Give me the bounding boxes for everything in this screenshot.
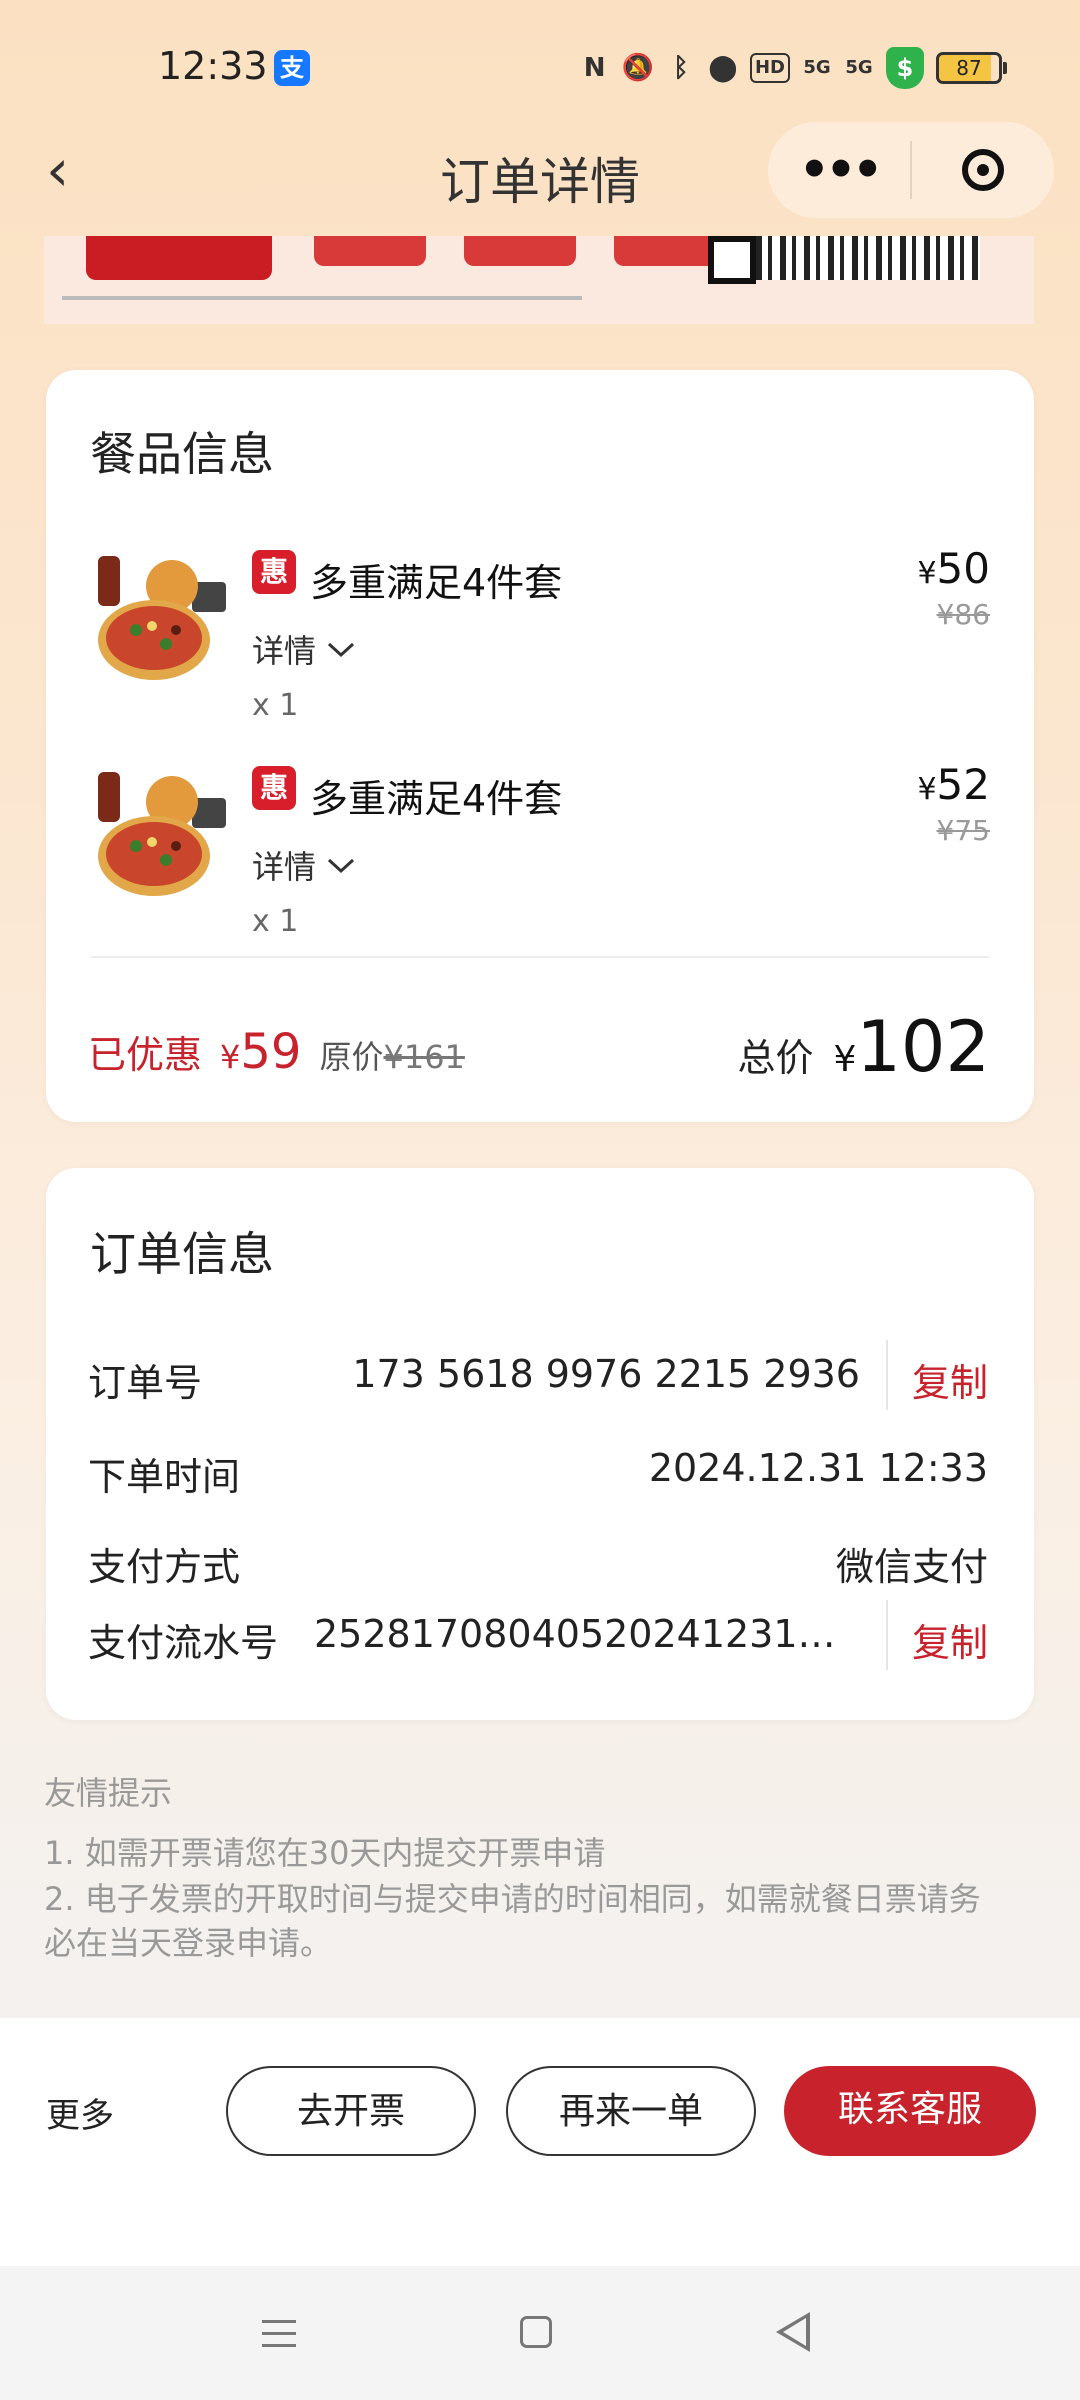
signal-icon: 5G (803, 57, 831, 78)
location-icon: ⬤ (708, 53, 738, 83)
contact-service-button[interactable]: 联系客服 (784, 2066, 1036, 2156)
total-summary: 总价 ¥102 (737, 1006, 990, 1088)
battery-icon: 87 (936, 52, 1007, 84)
miniapp-capsule: ••• (768, 122, 1054, 218)
total-amount: 102 (856, 1006, 990, 1088)
coupon-note-text-placeholder (62, 296, 582, 300)
discount-value: ¥59 (220, 1024, 301, 1080)
payment-method-label: 支付方式 (88, 1545, 241, 1589)
detail-label: 详情 (252, 848, 317, 886)
payment-serial-value: 2528170804052024123117351... (314, 1612, 854, 1656)
item-price-value: 50 (936, 544, 990, 593)
item-original-price: ¥86 (936, 598, 990, 631)
copy-divider (886, 1600, 888, 1670)
payment-serial-label: 支付流水号 (88, 1621, 279, 1665)
nfc-icon: N (583, 53, 606, 83)
coupon-tag (464, 236, 576, 266)
item-quantity: x 1 (252, 904, 299, 939)
item-name: 多重满足4件套 (310, 561, 563, 605)
item-price: ¥52 (917, 760, 990, 809)
status-icons: N 🔕 ᛒ ⬤ HD 5G 5G $ 87 (580, 44, 1007, 92)
currency-symbol: ¥ (917, 556, 937, 591)
tips-title: 友情提示 (44, 1774, 173, 1812)
copy-divider (886, 1340, 888, 1410)
currency-symbol: ¥ (833, 1039, 857, 1080)
discount-label: 已优惠 (88, 1033, 203, 1077)
discount-amount: 59 (240, 1024, 302, 1080)
divider (90, 956, 990, 958)
total-label: 总价 (737, 1036, 814, 1080)
tip-line: 1. 如需开票请您在30天内提交开票申请 (44, 1834, 606, 1872)
home-icon[interactable] (520, 2316, 552, 2348)
more-button[interactable]: 更多 (46, 2088, 114, 2137)
hd-icon: HD (749, 53, 790, 83)
security-shield-icon: $ (886, 47, 924, 89)
tip-line: 必在当天登录申请。 (44, 1924, 333, 1962)
alipay-icon: 支 (274, 50, 310, 86)
pizza-combo-image (98, 556, 226, 680)
currency-symbol: ¥ (220, 1038, 241, 1076)
copy-serial-button[interactable]: 复制 (912, 1612, 988, 1667)
reorder-button[interactable]: 再来一单 (506, 2066, 756, 2156)
item-price: ¥50 (917, 544, 990, 593)
item-detail-toggle[interactable]: 详情 (252, 842, 356, 888)
more-dots-icon[interactable]: ••• (768, 142, 910, 198)
signal-icon-2: 5G (845, 57, 873, 78)
coupon-note (62, 288, 582, 313)
item-original-price: ¥75 (936, 814, 990, 847)
order-time-label: 下单时间 (88, 1455, 241, 1499)
target-icon (962, 149, 1004, 191)
original-total: 原价¥161 (319, 1032, 464, 1078)
total-value: ¥102 (833, 1006, 990, 1088)
coupon-pack-label (86, 236, 272, 280)
copy-order-number-button[interactable]: 复制 (912, 1352, 988, 1407)
coupon-tag (314, 236, 426, 266)
original-total-label: 原价 (319, 1038, 384, 1076)
mute-icon: 🔕 (621, 53, 654, 83)
payment-method-value: 微信支付 (835, 1545, 988, 1589)
discount-badge: 惠 (252, 766, 296, 810)
order-number-value: 173 5618 9976 2215 2936 (352, 1352, 860, 1396)
item-name: 多重满足4件套 (310, 777, 563, 821)
item-price-value: 52 (936, 760, 990, 809)
discount-summary: 已优惠 ¥59 原价¥161 (88, 1024, 465, 1080)
item-quantity: x 1 (252, 688, 299, 723)
order-section-title: 订单信息 (90, 1227, 274, 1281)
pizza-combo-image (98, 772, 226, 896)
tip-line: 2. 电子发票的开取时间与提交申请的时间相同，如需就餐日票请务 (44, 1880, 981, 1918)
chevron-down-icon (328, 642, 355, 658)
item-detail-toggle[interactable]: 详情 (252, 626, 356, 672)
original-total-value: ¥161 (383, 1038, 465, 1076)
invoice-button[interactable]: 去开票 (226, 2066, 476, 2156)
menu-icon[interactable] (262, 2316, 296, 2350)
close-miniapp-button[interactable] (912, 149, 1054, 191)
food-section-title: 餐品信息 (90, 427, 274, 481)
qr-code-corner (708, 236, 756, 284)
detail-label: 详情 (252, 632, 317, 670)
back-triangle-icon[interactable] (776, 2312, 810, 2352)
bluetooth-icon: ᛒ (673, 53, 689, 83)
currency-symbol: ¥ (917, 772, 937, 807)
discount-badge: 惠 (252, 550, 296, 594)
status-time: 12:33 (158, 44, 268, 88)
coupon-banner[interactable] (44, 236, 1034, 324)
order-number-label: 订单号 (88, 1361, 203, 1405)
order-time-value: 2024.12.31 12:33 (648, 1446, 988, 1490)
chevron-down-icon (328, 858, 355, 874)
